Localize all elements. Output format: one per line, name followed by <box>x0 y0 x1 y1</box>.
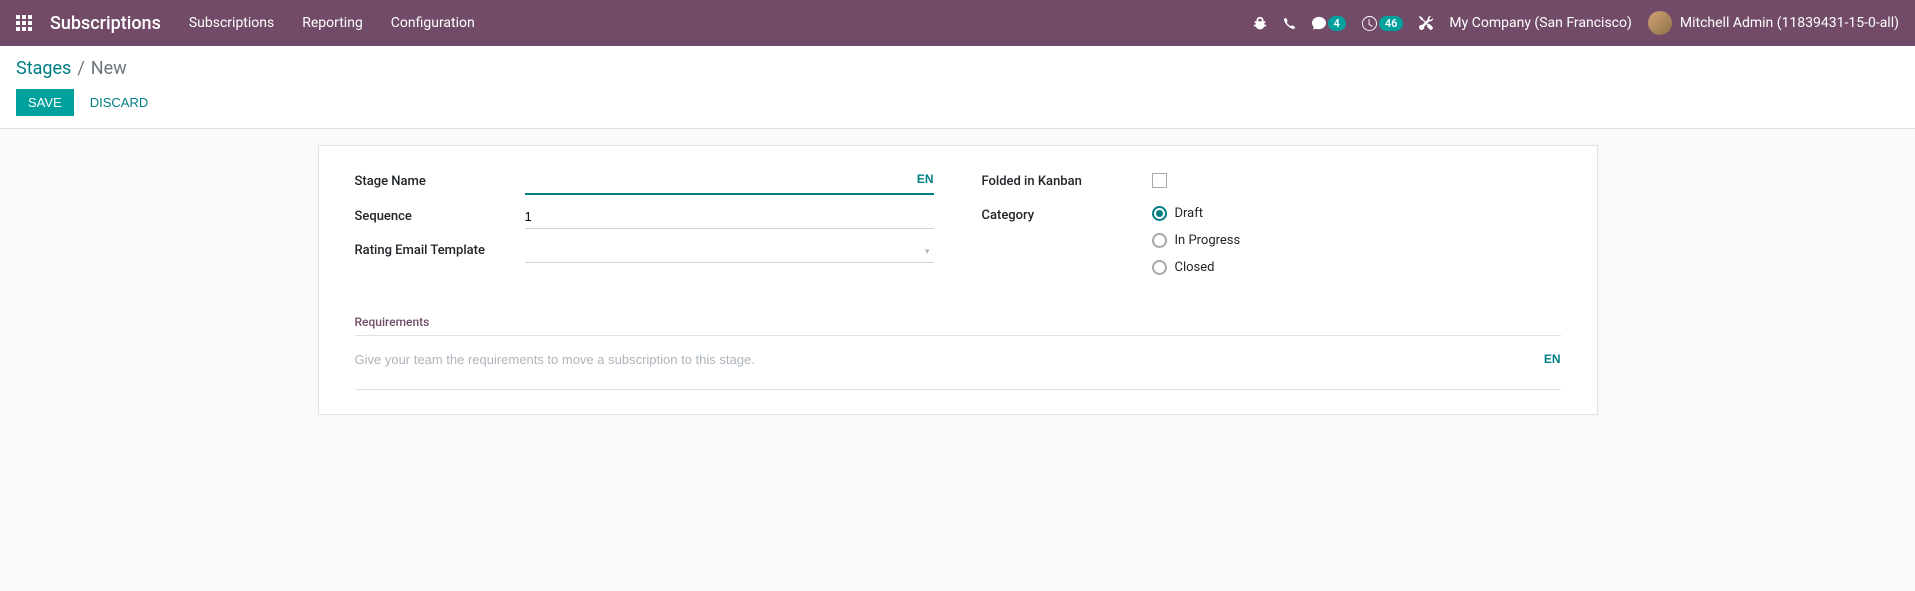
company-selector[interactable]: My Company (San Francisco) <box>1449 15 1631 31</box>
nav-menu-reporting[interactable]: Reporting <box>302 15 363 31</box>
app-brand[interactable]: Subscriptions <box>50 13 161 34</box>
sequence-label: Sequence <box>355 205 525 224</box>
messages-icon[interactable]: 4 <box>1312 16 1346 31</box>
stage-name-input[interactable] <box>525 170 934 195</box>
save-button[interactable]: Save <box>16 89 74 116</box>
navbar: Subscriptions Subscriptions Reporting Co… <box>0 0 1915 46</box>
sequence-input[interactable] <box>525 205 934 229</box>
breadcrumb-parent[interactable]: Stages <box>16 58 71 79</box>
category-option-progress[interactable]: In Progress <box>1152 233 1561 248</box>
user-menu[interactable]: Mitchell Admin (11839431-15-0-all) <box>1648 11 1899 35</box>
radio-label: Closed <box>1175 260 1215 275</box>
user-name: Mitchell Admin (11839431-15-0-all) <box>1680 15 1899 31</box>
breadcrumb-sep: / <box>77 58 84 79</box>
nav-menu-subscriptions[interactable]: Subscriptions <box>189 15 274 31</box>
requirements-separator: Requirements <box>355 315 1561 336</box>
folded-label: Folded in Kanban <box>982 170 1152 189</box>
category-option-draft[interactable]: Draft <box>1152 206 1561 221</box>
radio-icon <box>1152 260 1167 275</box>
radio-label: In Progress <box>1175 233 1241 248</box>
messages-badge: 4 <box>1328 16 1346 31</box>
apps-icon[interactable] <box>16 13 36 33</box>
stage-name-translate-button[interactable]: EN <box>917 172 934 186</box>
discard-button[interactable]: Discard <box>78 89 161 116</box>
phone-icon[interactable] <box>1283 17 1296 30</box>
activities-badge: 46 <box>1379 16 1404 31</box>
requirements-translate-button[interactable]: EN <box>1544 352 1561 366</box>
category-radio-group: Draft In Progress Closed <box>1152 204 1561 275</box>
requirements-section-label: Requirements <box>355 315 1561 336</box>
folded-checkbox[interactable] <box>1152 173 1167 188</box>
nav-menu: Subscriptions Reporting Configuration <box>189 15 475 31</box>
stage-name-label: Stage Name <box>355 170 525 189</box>
debug-icon[interactable] <box>1253 16 1267 30</box>
nav-right: 4 46 My Company (San Francisco) Mitchell… <box>1253 11 1899 35</box>
rating-template-input[interactable] <box>525 239 934 263</box>
breadcrumb: Stages / New <box>16 58 1899 79</box>
form-sheet: Stage Name EN Sequence Rating Email Temp… <box>318 145 1598 415</box>
nav-menu-configuration[interactable]: Configuration <box>391 15 475 31</box>
control-panel: Stages / New Save Discard <box>0 46 1915 129</box>
avatar <box>1648 11 1672 35</box>
form-right-column: Folded in Kanban Category Draft <box>982 170 1561 285</box>
dev-tools-icon[interactable] <box>1419 16 1433 30</box>
category-label: Category <box>982 204 1152 223</box>
radio-icon <box>1152 233 1167 248</box>
activities-icon[interactable]: 46 <box>1362 16 1404 31</box>
radio-label: Draft <box>1175 206 1204 221</box>
requirements-input[interactable] <box>355 346 1561 390</box>
form-left-column: Stage Name EN Sequence Rating Email Temp… <box>355 170 934 285</box>
breadcrumb-current: New <box>91 58 127 79</box>
radio-icon <box>1152 206 1167 221</box>
cp-buttons: Save Discard <box>16 89 1899 116</box>
rating-template-label: Rating Email Template <box>355 239 525 258</box>
category-option-closed[interactable]: Closed <box>1152 260 1561 275</box>
